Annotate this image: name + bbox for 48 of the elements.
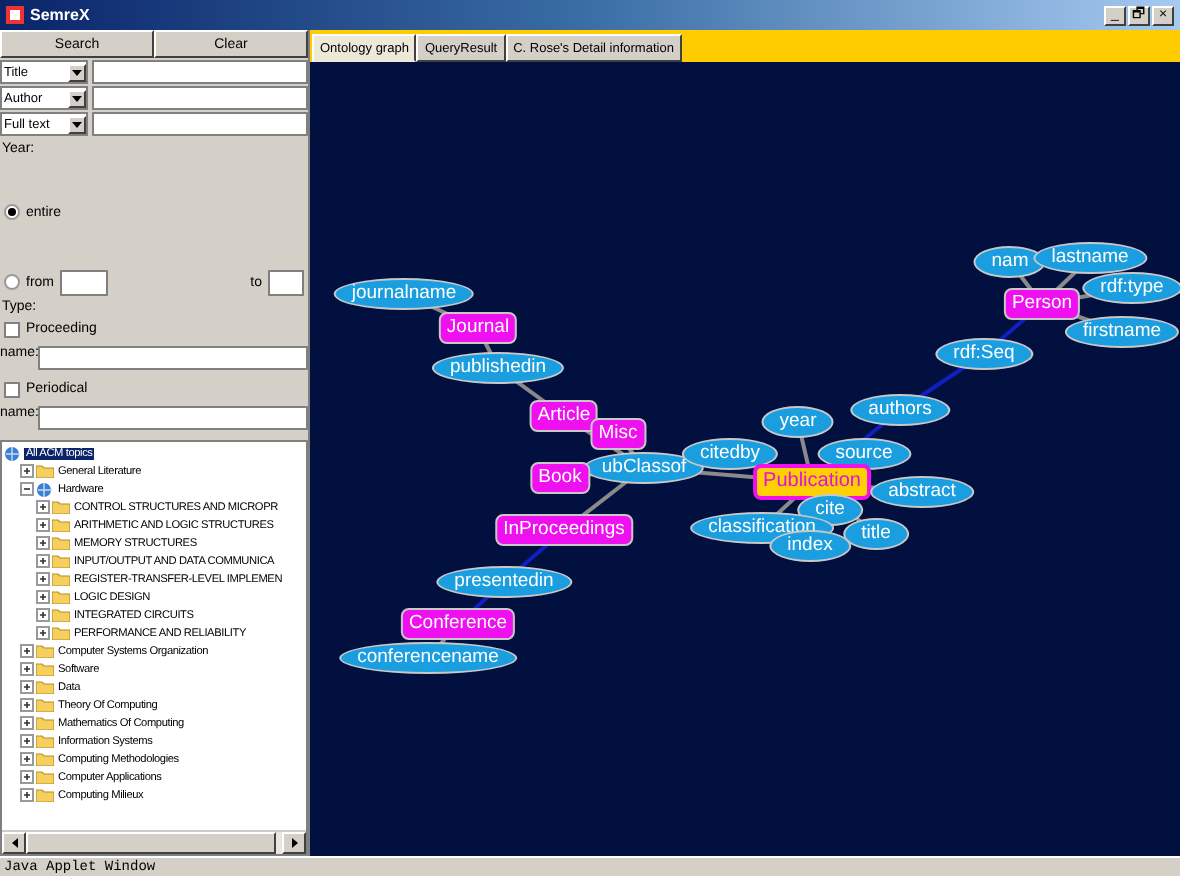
checkbox[interactable] bbox=[4, 321, 20, 337]
search-field[interactable] bbox=[92, 112, 308, 136]
radio-button[interactable] bbox=[4, 274, 20, 290]
expand-icon[interactable] bbox=[36, 500, 50, 514]
graph-node[interactable]: Article bbox=[529, 400, 599, 432]
year-from-field[interactable] bbox=[60, 269, 108, 295]
expand-icon[interactable] bbox=[36, 608, 50, 622]
dropdown-arrow-icon bbox=[72, 95, 82, 101]
expand-icon[interactable] bbox=[20, 770, 34, 784]
globe-icon bbox=[4, 445, 22, 461]
expand-icon[interactable] bbox=[20, 662, 34, 676]
left-arrow-icon[interactable] bbox=[11, 838, 17, 848]
app-icon bbox=[6, 6, 24, 24]
expand-icon[interactable] bbox=[20, 464, 34, 478]
expand-icon[interactable] bbox=[36, 572, 50, 586]
expand-icon[interactable] bbox=[20, 788, 34, 802]
expand-icon[interactable] bbox=[20, 752, 34, 766]
checkbox[interactable] bbox=[4, 381, 20, 397]
folder-icon bbox=[36, 464, 54, 478]
graph-node[interactable]: Conference bbox=[400, 608, 516, 640]
expand-icon[interactable] bbox=[20, 734, 34, 748]
name-field[interactable] bbox=[38, 346, 308, 370]
graph-node[interactable]: Book bbox=[530, 462, 590, 494]
graph-node[interactable]: InProceedings bbox=[495, 514, 633, 546]
expand-icon[interactable] bbox=[36, 590, 50, 604]
year-to-field[interactable] bbox=[268, 269, 304, 295]
search-field[interactable] bbox=[92, 86, 308, 110]
right-arrow-icon[interactable] bbox=[291, 838, 297, 848]
expand-icon[interactable] bbox=[36, 626, 50, 640]
expand-icon[interactable] bbox=[20, 716, 34, 730]
collapse-icon[interactable] bbox=[20, 482, 34, 496]
expand-icon[interactable] bbox=[20, 644, 34, 658]
expand-icon[interactable] bbox=[20, 680, 34, 694]
dropdown-arrow-icon bbox=[72, 69, 82, 75]
search-field[interactable] bbox=[92, 60, 308, 84]
expand-icon[interactable] bbox=[36, 518, 50, 532]
graph-node[interactable]: Person bbox=[1003, 288, 1081, 320]
globe-icon bbox=[36, 481, 54, 497]
graph-node[interactable]: Journal bbox=[438, 312, 518, 344]
expand-icon[interactable] bbox=[36, 536, 50, 550]
radio-button[interactable] bbox=[4, 204, 20, 220]
horizontal-scrollbar[interactable] bbox=[2, 830, 306, 854]
window-title: SemreX bbox=[30, 6, 90, 24]
expand-icon[interactable] bbox=[20, 698, 34, 712]
dropdown-arrow-icon bbox=[72, 121, 82, 127]
graph-node[interactable]: Misc bbox=[590, 418, 646, 450]
name-field[interactable] bbox=[38, 406, 308, 430]
expand-icon[interactable] bbox=[36, 554, 50, 568]
